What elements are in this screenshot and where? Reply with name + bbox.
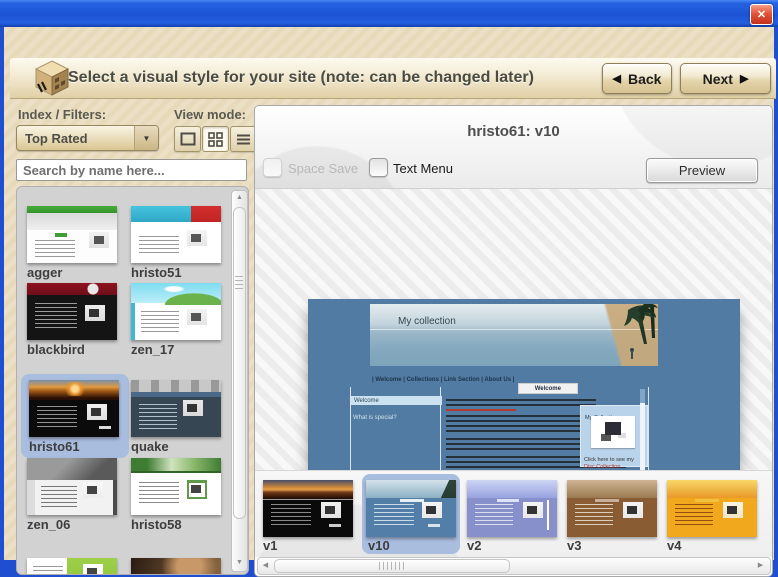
text-menu-label: Text Menu bbox=[393, 161, 453, 176]
close-icon[interactable]: ✕ bbox=[750, 4, 773, 25]
next-arrow-icon: ▶ bbox=[740, 72, 748, 85]
title-bar[interactable]: ✕ bbox=[0, 0, 778, 27]
app-window: Select a visual style for your site (not… bbox=[4, 27, 774, 560]
variant-item[interactable] bbox=[667, 480, 757, 537]
view-grid-icon bbox=[208, 132, 223, 147]
index-filters-label: Index / Filters: bbox=[18, 107, 106, 122]
view-single-button[interactable] bbox=[174, 126, 201, 152]
vertical-scrollbar[interactable]: ▲ ▼ bbox=[231, 190, 248, 572]
variant-item[interactable] bbox=[263, 480, 353, 537]
filter-dropdown-value: Top Rated bbox=[17, 131, 134, 146]
list-item-partial[interactable] bbox=[131, 558, 221, 575]
site-heading: Welcome bbox=[518, 383, 578, 394]
list-item[interactable] bbox=[131, 380, 221, 437]
list-item[interactable] bbox=[131, 458, 221, 515]
selected-style-title: hristo61: v10 bbox=[255, 123, 772, 140]
styles-list-panel: agger hristo51 blackbird zen_17 hristo61… bbox=[16, 186, 249, 575]
view-list-button[interactable] bbox=[230, 126, 257, 152]
list-item-selected[interactable] bbox=[29, 380, 119, 437]
variant-label: v3 bbox=[567, 538, 581, 553]
disc-image bbox=[591, 416, 635, 448]
variant-label: v10 bbox=[368, 538, 390, 553]
next-button[interactable]: Next ▶ bbox=[680, 63, 771, 94]
scroll-up-icon[interactable]: ▲ bbox=[232, 191, 247, 204]
text-menu-checkbox[interactable] bbox=[369, 158, 388, 177]
preview-button[interactable]: Preview bbox=[646, 158, 758, 183]
horizontal-scrollbar-thumb[interactable] bbox=[274, 559, 510, 573]
variant-item[interactable] bbox=[567, 480, 657, 537]
variant-label: v4 bbox=[667, 538, 681, 553]
filter-dropdown[interactable]: Top Rated ▼ bbox=[16, 125, 159, 151]
list-item-label: zen_06 bbox=[27, 517, 70, 532]
site-sidebar-link: What is special? bbox=[353, 407, 426, 425]
variant-item-selected[interactable] bbox=[366, 480, 456, 537]
horizontal-scrollbar[interactable]: ◀ ▶ bbox=[257, 557, 771, 575]
view-mode-label: View mode: bbox=[174, 107, 246, 122]
list-item[interactable] bbox=[131, 283, 221, 340]
list-item-partial[interactable] bbox=[27, 558, 117, 575]
view-single-icon bbox=[180, 132, 196, 146]
variant-item[interactable] bbox=[467, 480, 557, 537]
list-item-label: zen_17 bbox=[131, 342, 174, 357]
site-collections-box: My Collections Click here to see my Disc… bbox=[580, 405, 648, 467]
list-item[interactable] bbox=[27, 283, 117, 340]
search-input[interactable] bbox=[16, 159, 247, 181]
space-save-checkbox bbox=[263, 158, 282, 177]
preview-area: My collection | Welcome | Collections | … bbox=[255, 189, 772, 470]
list-item-label: hristo51 bbox=[131, 265, 182, 280]
scroll-down-icon[interactable]: ▼ bbox=[232, 556, 247, 569]
palm-trees bbox=[588, 304, 658, 366]
detail-panel: hristo61: v10 Space Save Text Menu Previ… bbox=[254, 105, 773, 577]
site-title: My collection bbox=[398, 316, 456, 327]
page-title: Select a visual style for your site (not… bbox=[68, 58, 534, 98]
list-item-label: quake bbox=[131, 439, 169, 454]
list-item-label: agger bbox=[27, 265, 62, 280]
list-item[interactable] bbox=[131, 206, 221, 263]
variant-label: v2 bbox=[467, 538, 481, 553]
site-sidebar-selected: Welcome bbox=[351, 396, 442, 405]
chevron-down-icon: ▼ bbox=[134, 126, 158, 150]
list-item-label: blackbird bbox=[27, 342, 85, 357]
list-item[interactable] bbox=[27, 206, 117, 263]
variant-label: v1 bbox=[263, 538, 277, 553]
list-item-label: hristo58 bbox=[131, 517, 182, 532]
scroll-right-icon[interactable]: ▶ bbox=[753, 558, 768, 572]
back-button[interactable]: ◀ Back bbox=[602, 63, 672, 94]
back-arrow-icon: ◀ bbox=[613, 72, 621, 85]
list-item[interactable] bbox=[27, 458, 117, 515]
list-item-label: hristo61 bbox=[29, 439, 80, 454]
site-banner: My collection bbox=[370, 304, 658, 366]
space-save-label: Space Save bbox=[288, 161, 358, 176]
scroll-left-icon[interactable]: ◀ bbox=[258, 558, 273, 572]
vertical-scrollbar-thumb[interactable] bbox=[233, 207, 246, 519]
app-logo-icon bbox=[32, 58, 72, 98]
view-grid-button[interactable] bbox=[202, 126, 229, 152]
view-list-icon bbox=[236, 133, 251, 146]
